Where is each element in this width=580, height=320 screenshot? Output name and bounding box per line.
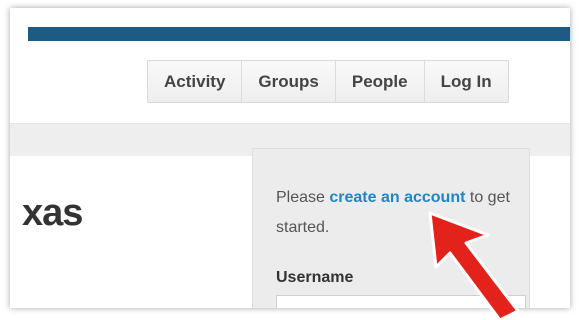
site-logo-text: xas: [22, 192, 83, 234]
nav-log-in[interactable]: Log In: [423, 61, 508, 102]
username-label: Username: [276, 269, 354, 286]
nav-activity[interactable]: Activity: [148, 61, 241, 102]
red-arrow-icon: [428, 211, 520, 320]
prompt-before: Please: [276, 189, 330, 206]
top-nav: Activity Groups People Log In: [147, 60, 509, 103]
top-bar: [28, 27, 570, 41]
nav-groups[interactable]: Groups: [241, 61, 334, 102]
nav-people[interactable]: People: [334, 61, 424, 102]
